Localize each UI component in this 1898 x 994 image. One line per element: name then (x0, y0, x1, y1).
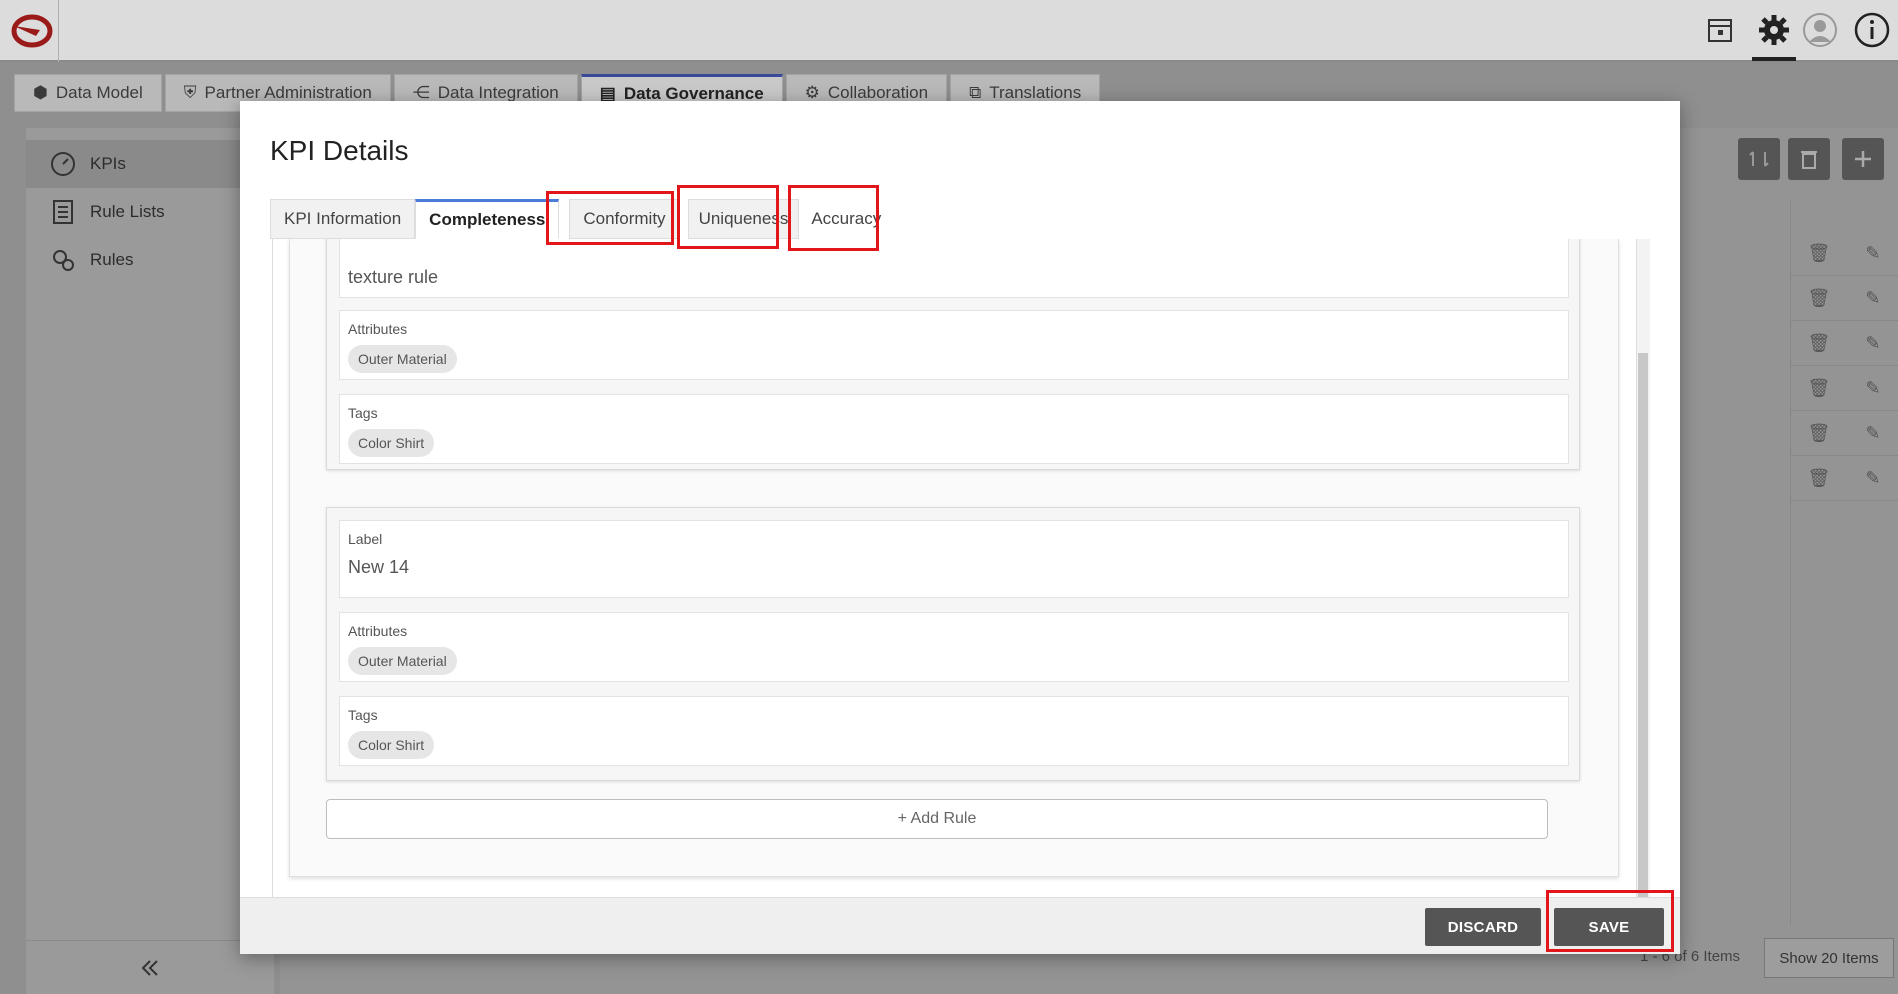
pencil-icon[interactable]: ✎ (1865, 468, 1880, 489)
logo-divider (58, 0, 59, 62)
rule-card: texture rule Attributes Outer Material T… (326, 239, 1580, 470)
rules-list: texture rule Attributes Outer Material T… (302, 239, 1608, 839)
label-field[interactable]: texture rule (339, 239, 1569, 298)
tab-uniqueness[interactable]: Uniqueness (687, 199, 800, 239)
tab-kpi-information[interactable]: KPI Information (270, 199, 416, 239)
attribute-chip[interactable]: Outer Material (348, 647, 457, 675)
trash-icon[interactable]: 🗑 (1808, 378, 1831, 399)
active-settings-indicator (1752, 57, 1796, 61)
cubes-icon: ⬢ (33, 83, 48, 102)
trash-icon[interactable]: 🗑 (1808, 243, 1831, 264)
add-button[interactable] (1842, 138, 1884, 180)
pencil-icon[interactable]: ✎ (1865, 288, 1880, 309)
tag-chip[interactable]: Color Shirt (348, 429, 435, 457)
table-row-actions: 🗑 ✎ (1790, 232, 1898, 276)
table-row-actions: 🗑 ✎ (1790, 322, 1898, 366)
share-nodes-icon: ⋲ (412, 83, 430, 102)
info-icon[interactable] (1854, 12, 1890, 48)
table-row-actions: 🗑 ✎ (1790, 367, 1898, 411)
tab-label: Data Model (55, 83, 143, 102)
tag-chip[interactable]: Color Shirt (348, 731, 435, 759)
attributes-field[interactable]: Attributes Outer Material (339, 310, 1569, 380)
app-logo[interactable] (10, 12, 54, 50)
list-icon (53, 200, 73, 224)
tags-label: Tags (348, 405, 378, 421)
table-row-actions: 🗑 ✎ (1790, 277, 1898, 321)
sidebar: KPIs Rule Lists Rules (26, 128, 274, 994)
sidebar-item-label: KPIs (90, 154, 126, 173)
tab-accuracy[interactable]: Accuracy (807, 199, 886, 239)
calendar-icon[interactable] (1702, 12, 1738, 48)
attributes-label: Attributes (348, 623, 408, 639)
shield-icon: ⛨ (183, 83, 197, 102)
attribute-chip[interactable]: Outer Material (348, 345, 457, 373)
gauge-icon (51, 152, 75, 176)
completeness-panel: texture rule Attributes Outer Material T… (289, 239, 1619, 877)
table-row-actions: 🗑 ✎ (1790, 457, 1898, 501)
tab-completeness[interactable]: Completeness (415, 199, 560, 239)
attributes-label: Attributes (348, 321, 408, 337)
gears-icon: ⚙ (804, 83, 820, 102)
add-rule-button[interactable]: + Add Rule (326, 799, 1548, 839)
sidebar-item-label: Rules (90, 250, 134, 269)
modal-tab-bar: KPI Information Completeness Conformity … (270, 199, 886, 239)
table-row-actions: 🗑 ✎ (1790, 412, 1898, 456)
cog-group-icon (53, 250, 74, 271)
tags-label: Tags (348, 707, 378, 723)
user-avatar-icon[interactable] (1802, 12, 1838, 48)
sidebar-item-rule-lists[interactable]: Rule Lists (26, 188, 274, 236)
modal-footer: DISCARD SAVE (240, 897, 1680, 954)
completeness-scroll-area[interactable]: texture rule Attributes Outer Material T… (272, 239, 1650, 897)
scrollbar-thumb[interactable] (1638, 353, 1648, 897)
trash-icon[interactable]: 🗑 (1808, 423, 1831, 444)
top-bar (0, 0, 1898, 62)
refresh-icon (1749, 151, 1769, 167)
pencil-icon[interactable]: ✎ (1865, 333, 1880, 354)
label-label: Label (348, 531, 383, 547)
rule-card: Label New 14 Attributes Outer Material T… (326, 507, 1580, 781)
save-button[interactable]: SAVE (1554, 908, 1664, 946)
sidebar-collapse-button[interactable] (26, 940, 274, 994)
refresh-button[interactable] (1738, 138, 1780, 180)
trash-icon[interactable]: 🗑 (1808, 468, 1831, 489)
tab-label: Partner Administration (204, 83, 372, 102)
delete-all-button[interactable] (1788, 138, 1830, 180)
label-value: texture rule (348, 267, 439, 287)
label-value: New 14 (348, 557, 410, 577)
double-chevron-left-icon (141, 959, 158, 976)
translate-icon: ⧉ (969, 83, 982, 102)
tab-label: Translations (989, 83, 1082, 102)
plus-icon (1855, 151, 1871, 167)
page-size-select[interactable]: Show 20 Items (1764, 938, 1894, 978)
tags-field[interactable]: Tags Color Shirt (339, 696, 1569, 766)
tab-data-model[interactable]: ⬢ Data Model (14, 74, 162, 112)
pencil-icon[interactable]: ✎ (1865, 243, 1880, 264)
pencil-icon[interactable]: ✎ (1865, 378, 1880, 399)
trash-icon[interactable]: 🗑 (1808, 288, 1831, 309)
pencil-icon[interactable]: ✎ (1865, 423, 1880, 444)
attributes-field[interactable]: Attributes Outer Material (339, 612, 1569, 682)
kpi-details-modal: KPI Details KPI Information Completeness… (240, 101, 1680, 954)
trash-icon (1801, 151, 1817, 169)
tab-label: Data Integration (437, 83, 559, 102)
modal-title: KPI Details (270, 135, 409, 166)
sidebar-item-kpis[interactable]: KPIs (26, 140, 274, 188)
discard-button[interactable]: DISCARD (1425, 908, 1541, 946)
tab-label: Collaboration (827, 83, 929, 102)
sidebar-item-label: Rule Lists (90, 202, 165, 221)
tags-field[interactable]: Tags Color Shirt (339, 394, 1569, 464)
trash-icon[interactable]: 🗑 (1808, 333, 1831, 354)
sidebar-item-rules[interactable]: Rules (26, 236, 274, 284)
tab-conformity[interactable]: Conformity (569, 199, 680, 239)
label-field[interactable]: Label New 14 (339, 520, 1569, 598)
gear-icon[interactable] (1756, 12, 1792, 48)
